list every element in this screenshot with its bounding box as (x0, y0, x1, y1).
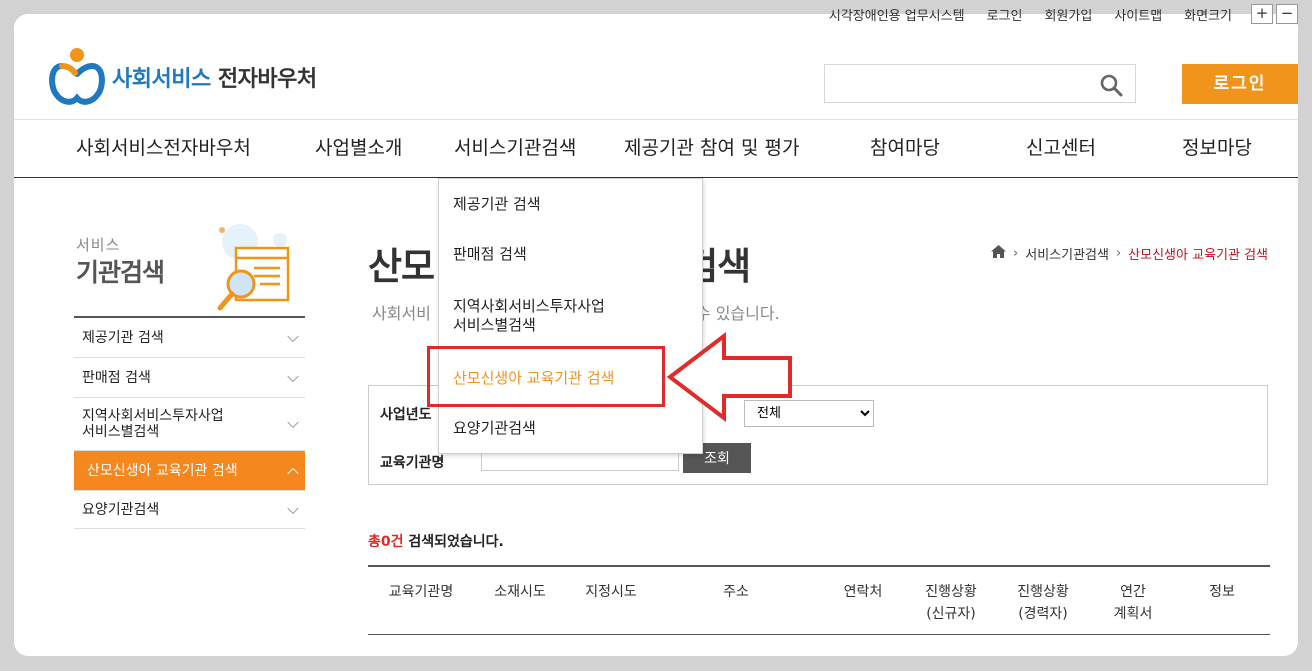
result-count: 총0건 검색되었습니다. (368, 531, 504, 551)
highlight-box (427, 346, 665, 407)
zoom-out-button[interactable]: − (1276, 4, 1298, 24)
breadcrumb-separator: › (1115, 246, 1122, 261)
chevron-down-icon (287, 416, 299, 429)
page-description-right: 수 있습니다. (695, 304, 780, 323)
sidebar-title-small: 서비스 (76, 236, 121, 254)
sidebar-menu: 제공기관 검색 판매점 검색 지역사회서비스투자사업 서비스별검색 산모신생아 … (74, 316, 305, 529)
column-header: 진행상황 (경력자) (1017, 584, 1069, 622)
page-title-left: 산모 (368, 245, 435, 288)
logo-text: 사회서비스 전자바우처 (112, 61, 317, 93)
logo-text-blue: 사회서비스 (112, 67, 211, 92)
login-button[interactable]: 로그인 (1182, 64, 1298, 104)
column-header: 주소 (723, 584, 749, 600)
chevron-down-icon (287, 502, 299, 514)
sitemap-link[interactable]: 사이트맵 (1114, 5, 1162, 24)
search-icon[interactable] (1099, 73, 1123, 97)
pointer-arrow-icon (666, 332, 792, 422)
agency-search-illustration-icon (194, 218, 294, 318)
dropdown-item-care-facility[interactable]: 요양기관검색 (453, 419, 536, 438)
sidebar-item-label: 판매점 검색 (82, 369, 151, 386)
sidebar-title: 서비스 기관검색 (76, 234, 165, 289)
agency-name-label: 교육기관명 (380, 455, 445, 471)
sidebar-item-label-line1: 지역사회서비스투자사업 (82, 408, 224, 424)
breadcrumb-current: 산모신생아 교육기관 검색 (1128, 248, 1268, 263)
utility-bar: 시각장애인용 업무시스템 로그인 회원가입 사이트맵 화면크기 + − (807, 4, 1298, 24)
dropdown-item-regional-service[interactable]: 지역사회서비스투자사업 서비스별검색 (453, 297, 605, 335)
sidebar-item-maternity-education[interactable]: 산모신생아 교육기관 검색 (74, 451, 305, 491)
nav-business-intro[interactable]: 사업별소개 (315, 120, 402, 177)
chevron-down-icon (287, 330, 299, 342)
logo-text-dark: 전자바우처 (217, 67, 317, 92)
agency-search-dropdown: 제공기관 검색 판매점 검색 지역사회서비스투자사업 서비스별검색 산모신생아 … (438, 178, 703, 454)
zoom-controls: + − (1248, 4, 1298, 24)
blind-system-link[interactable]: 시각장애인용 업무시스템 (829, 5, 965, 24)
sidebar-item-label: 산모신생아 교육기관 검색 (87, 462, 238, 479)
sidebar-item-label: 제공기관 검색 (82, 329, 164, 346)
column-header: 연간 계획서 (1113, 584, 1153, 622)
nav-provider-evaluation[interactable]: 제공기관 참여 및 평가 (624, 120, 799, 177)
sidebar-title-main: 기관검색 (76, 258, 165, 287)
main-navigation: 사회서비스전자바우처 사업별소개 서비스기관검색 제공기관 참여 및 평가 참여… (14, 119, 1298, 178)
signup-link[interactable]: 회원가입 (1044, 5, 1092, 24)
column-header: 교육기관명 (388, 584, 454, 600)
font-size-label: 화면크기 (1184, 8, 1232, 24)
nav-report-center[interactable]: 신고센터 (1026, 120, 1096, 177)
column-header: 연락처 (843, 584, 883, 600)
sidebar-item-label: 지역사회서비스투자사업 서비스별검색 (82, 408, 224, 440)
column-header: 지정시도 (585, 584, 637, 600)
dropdown-item-label-line1: 지역사회서비스투자사업 (453, 297, 605, 315)
nav-info[interactable]: 정보마당 (1182, 120, 1252, 177)
site-search-input[interactable] (824, 64, 1136, 103)
result-count-number: 총0건 (368, 534, 404, 550)
sidebar-item-label: 요양기관검색 (82, 501, 160, 518)
chevron-down-icon (287, 370, 299, 382)
logo-mark-icon (48, 46, 106, 108)
breadcrumb: › 서비스기관검색 › 산모신생아 교육기관 검색 (991, 244, 1268, 263)
nav-participation[interactable]: 참여마당 (870, 120, 940, 177)
result-count-text: 검색되었습니다. (408, 534, 504, 550)
chevron-up-icon (287, 467, 299, 479)
sidebar-item-regional-service[interactable]: 지역사회서비스투자사업 서비스별검색 (74, 398, 305, 451)
dropdown-item-store-search[interactable]: 판매점 검색 (453, 245, 527, 264)
home-icon[interactable] (991, 245, 1007, 262)
sidebar-item-care-facility[interactable]: 요양기관검색 (74, 491, 305, 529)
year-label: 사업년도 (380, 407, 432, 423)
sidebar-item-label-line2: 서비스별검색 (82, 424, 160, 440)
site-logo[interactable]: 사회서비스 전자바우처 (48, 46, 317, 108)
dropdown-item-label-line2: 서비스별검색 (453, 316, 536, 334)
zoom-in-button[interactable]: + (1251, 4, 1273, 24)
nav-voucher[interactable]: 사회서비스전자바우처 (76, 120, 251, 177)
dropdown-item-provider-search[interactable]: 제공기관 검색 (453, 195, 541, 214)
breadcrumb-separator: › (1013, 246, 1019, 261)
column-header: 소재시도 (494, 584, 546, 600)
page-frame: 사회서비스 전자바우처 로그인 사회서비스전자바우처 사업별소개 서비스기관검색… (14, 14, 1298, 656)
column-header: 진행상황 (신규자) (925, 584, 977, 622)
page-description-left: 사회서비 (372, 304, 431, 323)
sidebar-item-store-search[interactable]: 판매점 검색 (74, 358, 305, 398)
util-login-link[interactable]: 로그인 (987, 5, 1023, 24)
nav-agency-search[interactable]: 서비스기관검색 (454, 120, 576, 177)
sidebar-item-provider-search[interactable]: 제공기관 검색 (74, 318, 305, 358)
results-table-header: 교육기관명 소재시도 지정시도 주소 연락처 진행상황 (신규자) 진행상황 (경력… (368, 565, 1270, 635)
column-header: 정보 (1209, 584, 1235, 600)
breadcrumb-item[interactable]: 서비스기관검색 (1025, 244, 1109, 263)
